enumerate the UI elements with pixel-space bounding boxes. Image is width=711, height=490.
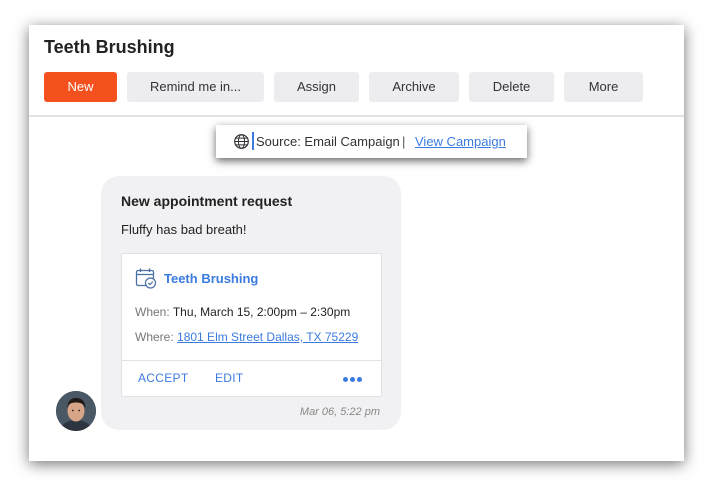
when-label: When: [135, 305, 170, 319]
more-button[interactable]: More [564, 72, 643, 102]
edit-button[interactable]: EDIT [215, 371, 244, 385]
card-actions: ACCEPT EDIT [122, 360, 381, 397]
address-link[interactable]: 1801 Elm Street Dallas, TX 75229 [177, 330, 358, 344]
assign-button[interactable]: Assign [274, 72, 359, 102]
archive-button[interactable]: Archive [369, 72, 459, 102]
appointment-card: Teeth Brushing When: Thu, March 15, 2:00… [121, 253, 382, 397]
message-timestamp: Mar 06, 5:22 pm [299, 406, 380, 418]
avatar [56, 391, 96, 431]
more-horizontal-icon[interactable] [343, 377, 363, 383]
where-row: Where: 1801 Elm Street Dallas, TX 75229 [135, 330, 358, 344]
appointment-title[interactable]: Teeth Brushing [164, 271, 258, 286]
message-bubble: New appointment request Fluffy has bad b… [101, 176, 401, 430]
view-campaign-link[interactable]: View Campaign [415, 134, 506, 149]
new-button[interactable]: New [44, 72, 117, 102]
text-cursor [252, 132, 254, 150]
message-heading: New appointment request [121, 193, 293, 209]
source-text: Source: Email Campaign [256, 134, 400, 149]
when-value: Thu, March 15, 2:00pm – 2:30pm [172, 305, 351, 319]
source-banner: Source: Email Campaign | View Campaign [216, 125, 527, 158]
where-label: Where: [135, 330, 174, 344]
calendar-check-icon [135, 268, 157, 289]
delete-button[interactable]: Delete [469, 72, 554, 102]
remind-me-button[interactable]: Remind me in... [127, 72, 264, 102]
source-separator: | [402, 134, 406, 149]
page-title: Teeth Brushing [44, 37, 175, 57]
conversation-window: Teeth Brushing New Remind me in... Assig… [29, 25, 684, 461]
when-row: When: Thu, March 15, 2:00pm – 2:30pm [135, 305, 350, 319]
header: Teeth Brushing New Remind me in... Assig… [29, 25, 684, 115]
globe-icon [234, 134, 249, 149]
accept-button[interactable]: ACCEPT [138, 371, 188, 385]
message-body: Fluffy has bad breath! [121, 222, 247, 237]
